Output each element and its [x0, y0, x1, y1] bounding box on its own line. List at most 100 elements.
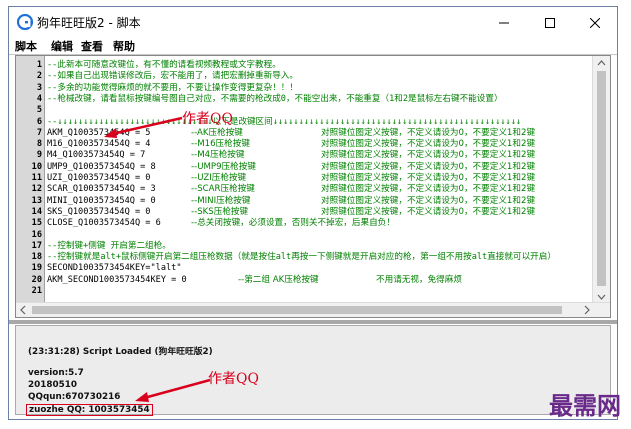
- output-line: QQqun:670730216: [28, 392, 121, 402]
- menu-script[interactable]: 脚本: [15, 38, 37, 54]
- horizontal-scrollbar[interactable]: [16, 302, 610, 317]
- code-comment: 对照键位图定义按键，不定义请设为0，不要定义1和2键: [321, 127, 536, 138]
- line-number: 3: [36, 82, 42, 93]
- line-number: 16: [31, 229, 42, 240]
- title-bar[interactable]: 狗年旺旺版2 - 脚本: [9, 7, 617, 37]
- annotation-bottom: 作者QQ: [208, 371, 259, 387]
- menu-help[interactable]: 帮助: [113, 38, 135, 54]
- code-text: M16_Q1003573454Q = 4: [47, 139, 151, 150]
- code-line: 13 MINI_Q1003573454Q = 0 --MINI压枪按键 对照键位图定义…: [16, 196, 586, 207]
- code-line: 15 CLOSE_Q1003573454Q = 6 --总关闭按键，必须设置，否则关…: [16, 218, 586, 229]
- line-number: 11: [31, 173, 42, 183]
- code-comment: 对照键位图定义按键，不定义请设为0，不要定义1和2键: [321, 161, 536, 172]
- line-number: 18: [31, 252, 42, 263]
- code-comment: 对照键位图定义按键，不定义请设为0，不要定义1和2键: [321, 195, 536, 206]
- watermark: 最需网: [549, 391, 621, 420]
- code-text: M4_Q1003573454Q = 7: [47, 150, 146, 161]
- line-number: 4: [36, 93, 42, 104]
- code-comment: --SKS压枪按键: [191, 206, 249, 217]
- output-line: (23:31:28) Script Loaded (狗年旺旺版2): [28, 347, 213, 357]
- line-number: 20: [31, 274, 42, 285]
- output-line-author-qq: zuozhe QQ: 1003573454: [26, 404, 153, 416]
- maximize-button[interactable]: [527, 7, 573, 37]
- output-console: (23:31:28) Script Loaded (狗年旺旺版2) versio…: [15, 325, 611, 416]
- window-title: 狗年旺旺版2 - 脚本: [37, 16, 141, 30]
- code-comment: --UZI压枪按键: [191, 173, 247, 183]
- code-line: 2 --如果自己出现错误修改后，宏不能用了，请把宏删掉重新导入。: [16, 71, 586, 82]
- code-line: 18 --控制键就是alt+鼠标侧键开启第二组压枪数据（就是按住alt再按一下侧键…: [16, 252, 586, 263]
- code-line: 14 SKS_Q1003573454Q = 0 --SKS压枪按键 对照键位图定义按键…: [16, 207, 586, 218]
- annotation-top: 作者QQ: [182, 111, 233, 127]
- output-line: 20180510: [28, 380, 77, 390]
- line-number: 10: [31, 161, 42, 172]
- annotation-arrow-bottom: [135, 378, 211, 402]
- code-line: 17 --控制键+侧键 开启第二组枪。: [16, 241, 586, 252]
- line-number: 13: [31, 195, 42, 206]
- code-text: --枪械改键，请看鼠标按键编号图自己对应，不需要的枪改成0，不能空出来，不能重复…: [47, 93, 503, 104]
- code-comment: --SCAR压枪按键: [191, 184, 255, 195]
- minimize-button[interactable]: [481, 7, 527, 37]
- line-number: 12: [31, 184, 42, 195]
- code-text: --多余的功能觉得麻烦的就不要用，不要让操作变得更复杂！！！: [47, 82, 298, 93]
- code-text: UMP9_Q1003573454Q = 8: [47, 161, 156, 172]
- code-comment: 对照键位图定义按键，不定义请设为0，不要定义1和2键: [321, 184, 536, 195]
- code-text: --此新本可随意改键位，有不懂的请看视频教程或文字教程。: [47, 60, 281, 70]
- close-icon: [589, 13, 601, 32]
- code-comment: 对照键位图定义按键，不定义请设为0，不要定义1和2键: [321, 150, 536, 161]
- code-line: 5: [16, 105, 586, 116]
- line-number: 2: [36, 71, 42, 82]
- code-editor[interactable]: 1 --此新本可随意改键位，有不懂的请看视频教程或文字教程。 2 --如果自己出现错误…: [15, 55, 611, 318]
- maximize-icon: [545, 13, 555, 32]
- code-comment: --总关闭按键，必须设置，否则关不掉宏，后果自负！: [191, 218, 395, 229]
- vertical-scrollbar[interactable]: [592, 56, 610, 304]
- code-text: CLOSE_Q1003573454Q = 6: [47, 218, 161, 229]
- code-text: UZI_Q1003573454Q = 0: [47, 173, 151, 183]
- code-text: --控制键+侧键 开启第二组枪。: [47, 240, 171, 251]
- code-line: 4 --枪械改键，请看鼠标按键编号图自己对应，不需要的枪改成0，不能空出来，不能重…: [16, 94, 586, 105]
- output-line: version:5.7: [28, 368, 84, 378]
- minimize-icon: [499, 13, 509, 32]
- code-text: --控制键就是alt+鼠标侧键开启第二组压枪数据（就是按住alt再按一下侧键就是…: [47, 252, 556, 263]
- code-text: SECOND1003573454KEY="lalt": [47, 263, 182, 274]
- line-number: 1: [36, 60, 42, 70]
- code-line: 1 --此新本可随意改键位，有不懂的请看视频教程或文字教程。: [16, 60, 586, 71]
- code-line: 12 SCAR_Q1003573454Q = 3 --SCAR压枪按键 对照键位图定义…: [16, 184, 586, 195]
- logitech-g-icon: [16, 13, 34, 31]
- code-text: AKM_SECOND1003573454KEY = 0: [47, 274, 187, 285]
- code-line: 9 M4_Q1003573454Q = 7 --M4压枪按键 对照键位图定义按键，不定…: [16, 150, 586, 161]
- code-comment: --M16压枪按键: [191, 139, 250, 150]
- line-number: 17: [31, 240, 42, 251]
- code-comment: --AK压枪按键: [191, 127, 243, 138]
- code-comment: --第二组 AK压枪按键: [238, 274, 319, 285]
- menu-edit[interactable]: 编辑: [51, 38, 73, 54]
- code-line: 3 --多余的功能觉得麻烦的就不要用，不要让操作变得更复杂！！！: [16, 83, 586, 94]
- code-comment: 对照键位图定义按键，不定义请设为0，不要定义1和2键: [321, 139, 536, 150]
- line-number: 6: [36, 116, 42, 127]
- code-comment: 不用请无视，免得麻烦: [376, 274, 462, 285]
- line-number: 7: [36, 127, 42, 138]
- line-number: 9: [36, 150, 42, 161]
- code-line: 20 AKM_SECOND1003573454KEY = 0 --第二组 AK压枪按…: [16, 275, 586, 286]
- code-text: SCAR_Q1003573454Q = 3: [47, 184, 156, 195]
- code-text: --如果自己出现错误修改后，宏不能用了，请把宏删掉重新导入。: [47, 71, 298, 82]
- line-number: 19: [31, 263, 42, 274]
- annotation-arrow-top: [104, 116, 183, 138]
- line-number: 8: [36, 139, 42, 150]
- line-number: 5: [36, 105, 42, 116]
- code-comment: 对照键位图定义按键，不定义请设为0，不要定义1和2键: [321, 206, 536, 217]
- code-line: 19 SECOND1003573454KEY="lalt": [16, 263, 586, 274]
- code-comment: --M4压枪按键: [191, 150, 245, 161]
- code-line: 8 M16_Q1003573454Q = 4 --M16压枪按键 对照键位图定义按键，…: [16, 139, 586, 150]
- line-number: 14: [31, 206, 42, 217]
- menu-view[interactable]: 查看: [81, 38, 103, 54]
- script-window: 狗年旺旺版2 - 脚本 脚本 编辑 查看 帮助 1 --此新本可随意改键位，有不懂…: [8, 6, 618, 420]
- line-number: 15: [31, 218, 42, 229]
- close-button[interactable]: [572, 7, 618, 37]
- pane-splitter[interactable]: [9, 320, 617, 324]
- code-line: 16: [16, 230, 586, 241]
- code-comment: --UMP9压枪按键: [191, 161, 256, 172]
- menu-bar: 脚本 编辑 查看 帮助: [9, 37, 617, 55]
- code-text: MINI_Q1003573454Q = 0: [47, 195, 156, 206]
- code-comment: 对照键位图定义按键，不定义请设为0，不要定义1和2键: [321, 173, 536, 183]
- code-text: SKS_Q1003573454Q = 0: [47, 206, 151, 217]
